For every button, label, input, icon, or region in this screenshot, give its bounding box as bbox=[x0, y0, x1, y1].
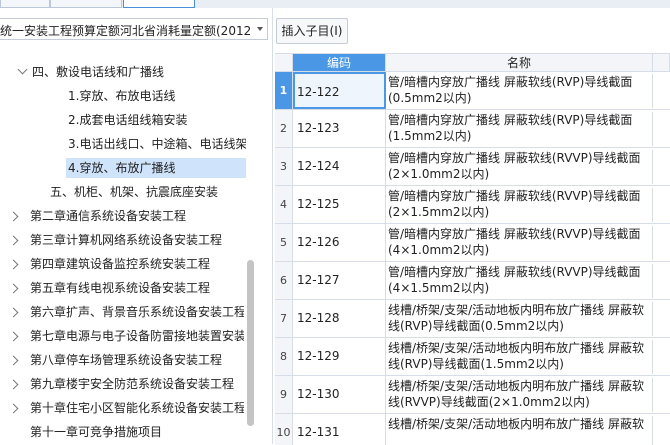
cell-name[interactable]: 线槽/桥架/支架/活动地板内明布放广播线 屏蔽软 bbox=[386, 416, 653, 445]
row-number: 7 bbox=[275, 300, 293, 337]
cell-code[interactable]: 12-128 bbox=[293, 300, 386, 337]
tree-node-section-4[interactable]: 四、敷设电话线和广播线 bbox=[32, 62, 258, 82]
chevron-right-icon[interactable] bbox=[8, 307, 19, 318]
row-number: 9 bbox=[275, 376, 293, 413]
table-row[interactable]: 2 12-123 管/暗槽内穿放广播线 屏蔽软线(RVP)导线截面(1.5mm2… bbox=[275, 110, 670, 148]
cell-name[interactable]: 管/暗槽内穿放广播线 屏蔽软线(RVP)导线截面(0.5mm2以内) bbox=[386, 74, 653, 108]
row-number: 1 bbox=[275, 72, 293, 109]
cell-name[interactable]: 管/暗槽内穿放广播线 屏蔽软线(RVP)导线截面(1.5mm2以内) bbox=[386, 112, 653, 146]
tree-node-chapter-4[interactable]: 第四章建筑设备监控系统安装工程 bbox=[30, 254, 246, 274]
column-header-extra[interactable] bbox=[653, 54, 670, 72]
tree-node-chapter-9[interactable]: 第九章楼宇安全防范系统设备安装工程 bbox=[30, 374, 244, 394]
top-tab-strip bbox=[0, 0, 670, 8]
cell-name[interactable]: 管/暗槽内穿放广播线 屏蔽软线(RVVP)导线截面(4×1.5mm2以内) bbox=[386, 264, 653, 298]
cell-name[interactable]: 线槽/桥架/支架/活动地板内明布放广播线 屏蔽软线(RVP)导线截面(1.5mm… bbox=[386, 340, 653, 374]
column-header-code[interactable]: 编码 bbox=[293, 54, 386, 72]
cell-code[interactable]: 12-131 bbox=[293, 414, 386, 445]
table-row[interactable]: 3 12-124 管/暗槽内穿放广播线 屏蔽软线(RVVP)导线截面(2×1.0… bbox=[275, 148, 670, 186]
insert-child-button[interactable]: 插入子目(I) bbox=[276, 18, 348, 44]
cell-code[interactable]: 12-129 bbox=[293, 338, 386, 375]
tree-node-chapter-11[interactable]: 第十一章可竞争措施项目 bbox=[30, 422, 244, 442]
cell-name[interactable]: 管/暗槽内穿放广播线 屏蔽软线(RVVP)导线截面(2×1.0mm2以内) bbox=[386, 150, 653, 184]
chevron-right-icon[interactable] bbox=[8, 211, 19, 222]
table-row[interactable]: 4 12-125 管/暗槽内穿放广播线 屏蔽软线(RVVP)导线截面(2×1.5… bbox=[275, 186, 670, 224]
cell-code[interactable]: 12-127 bbox=[293, 262, 386, 299]
tree-node-chapter-2[interactable]: 第二章通信系统设备安装工程 bbox=[30, 206, 246, 226]
cell-name[interactable]: 管/暗槽内穿放广播线 屏蔽软线(RVVP)导线截面(4×1.0mm2以内) bbox=[386, 226, 653, 260]
table-row[interactable]: 1 12-122 管/暗槽内穿放广播线 屏蔽软线(RVP)导线截面(0.5mm2… bbox=[275, 72, 670, 110]
cell-code[interactable]: 12-124 bbox=[293, 148, 386, 185]
tree-node-chapter-10[interactable]: 第十章住宅小区智能化系统设备安装工程 bbox=[30, 398, 244, 418]
row-number: 10 bbox=[275, 414, 293, 445]
tree-node-chapter-5[interactable]: 第五章有线电视系统设备安装工程 bbox=[30, 278, 246, 298]
row-number: 8 bbox=[275, 338, 293, 375]
chevron-down-icon[interactable] bbox=[17, 64, 28, 75]
chevron-down-icon bbox=[257, 27, 263, 31]
chevron-right-icon[interactable] bbox=[8, 331, 19, 342]
tree-node-chapter-3[interactable]: 第三章计算机网络系统设备安装工程 bbox=[30, 230, 246, 250]
cell-code[interactable]: 12-123 bbox=[293, 110, 386, 147]
row-number-header bbox=[275, 54, 293, 72]
table-row[interactable]: 9 12-130 线槽/桥架/支架/活动地板内明布放广播线 屏蔽软线(RVVP)… bbox=[275, 376, 670, 414]
chevron-right-icon[interactable] bbox=[8, 403, 19, 414]
chapter-tree: 四、敷设电话线和广播线 1.穿放、布放电话线 2.成套电话组线箱安装 3.电话出… bbox=[0, 62, 258, 444]
table-row[interactable]: 6 12-127 管/暗槽内穿放广播线 屏蔽软线(RVVP)导线截面(4×1.5… bbox=[275, 262, 670, 300]
tree-node-chapter-8[interactable]: 第八章停车场管理系统设备安装工程 bbox=[30, 350, 244, 370]
tree-node-subitem-2[interactable]: 2.成套电话组线箱安装 bbox=[68, 110, 258, 130]
table-row[interactable]: 10 12-131 线槽/桥架/支架/活动地板内明布放广播线 屏蔽软 bbox=[275, 414, 670, 445]
chevron-right-icon[interactable] bbox=[8, 235, 19, 246]
cell-name[interactable]: 线槽/桥架/支架/活动地板内明布放广播线 屏蔽软线(RVP)导线截面(0.5mm… bbox=[386, 302, 653, 336]
top-tab-1[interactable] bbox=[0, 0, 50, 8]
cell-code[interactable]: 12-122 bbox=[293, 72, 386, 109]
table-row[interactable]: 7 12-128 线槽/桥架/支架/活动地板内明布放广播线 屏蔽软线(RVP)导… bbox=[275, 300, 670, 338]
chevron-right-icon[interactable] bbox=[8, 355, 19, 366]
row-number: 6 bbox=[275, 262, 293, 299]
tree-node-subitem-1[interactable]: 1.穿放、布放电话线 bbox=[68, 86, 258, 106]
chevron-right-icon[interactable] bbox=[8, 259, 19, 270]
table-row[interactable]: 8 12-129 线槽/桥架/支架/活动地板内明布放广播线 屏蔽软线(RVP)导… bbox=[275, 338, 670, 376]
cell-code[interactable]: 12-126 bbox=[293, 224, 386, 261]
column-header-name[interactable]: 名称 bbox=[386, 54, 653, 72]
row-number: 4 bbox=[275, 186, 293, 223]
top-tab-2[interactable] bbox=[50, 0, 122, 8]
row-number: 2 bbox=[275, 110, 293, 147]
row-number: 3 bbox=[275, 148, 293, 185]
chevron-right-icon[interactable] bbox=[8, 379, 19, 390]
cell-code[interactable]: 12-130 bbox=[293, 376, 386, 413]
top-tab-3[interactable] bbox=[123, 0, 195, 8]
cell-name[interactable]: 线槽/桥架/支架/活动地板内明布放广播线 屏蔽软线(RVVP)导线截面(2×1.… bbox=[386, 378, 653, 412]
cell-code[interactable]: 12-125 bbox=[293, 186, 386, 223]
tree-node-chapter-6[interactable]: 第六章扩声、背景音乐系统设备安装工程 bbox=[30, 302, 244, 322]
tree-scrollbar-thumb[interactable] bbox=[247, 260, 254, 426]
table-row[interactable]: 5 12-126 管/暗槽内穿放广播线 屏蔽软线(RVVP)导线截面(4×1.0… bbox=[275, 224, 670, 262]
tree-node-subitem-3[interactable]: 3.电话出线口、中途箱、电话线架 bbox=[68, 134, 246, 154]
quota-library-select[interactable]: 统一安装工程预算定额河北省消耗量定额(2012) bbox=[0, 18, 268, 40]
left-panel: 统一安装工程预算定额河北省消耗量定额(2012) 四、敷设电话线和广播线 1.穿… bbox=[0, 8, 273, 444]
row-number: 5 bbox=[275, 224, 293, 261]
chevron-right-icon[interactable] bbox=[8, 283, 19, 294]
quota-library-value: 统一安装工程预算定额河北省消耗量定额(2012) bbox=[0, 24, 252, 38]
quota-item-grid: 编码 名称 1 12-122 管/暗槽内穿放广播线 屏蔽软线(RVP)导线截面(… bbox=[275, 53, 670, 445]
tree-node-subitem-4-selected[interactable]: 4.穿放、布放广播线 bbox=[66, 158, 246, 178]
tree-node-section-5[interactable]: 五、机柜、机架、抗震底座安装 bbox=[50, 182, 258, 202]
cell-name[interactable]: 管/暗槽内穿放广播线 屏蔽软线(RVVP)导线截面(2×1.5mm2以内) bbox=[386, 188, 653, 222]
tree-node-chapter-7[interactable]: 第七章电源与电子设备防雷接地装置安装 bbox=[30, 326, 244, 346]
